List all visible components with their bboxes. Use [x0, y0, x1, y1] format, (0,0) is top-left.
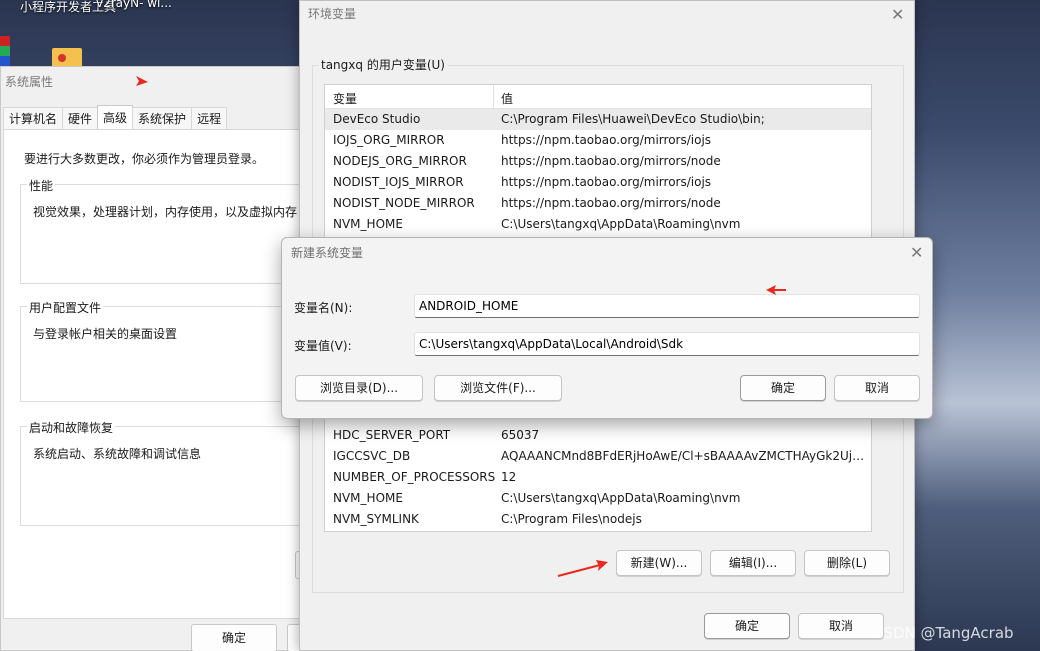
var-value: https://npm.taobao.org/mirrors/iojs [501, 175, 712, 189]
list-item[interactable]: IGCCSVC_DB AQAAANCMnd8BFdERjHoAwE/Cl+sBAA… [325, 446, 871, 467]
list-item[interactable]: NVM_HOME C:\Users\tangxq\AppData\Roaming\… [325, 214, 871, 235]
edit-button[interactable]: 编辑(I)... [710, 550, 796, 576]
var-name: HDC_SERVER_PORT [333, 428, 451, 442]
var-value: 12 [501, 470, 517, 484]
system-properties-window: 系统属性 计算机名 硬件 高级 系统保护 远程 要进行大多数更改，你必须作为管理… [0, 66, 320, 651]
var-name: NVM_HOME [333, 491, 403, 505]
annotation-arrow [136, 76, 148, 86]
list-item[interactable]: NODIST_IOJS_MIRROR https://npm.taobao.org… [325, 172, 871, 193]
group-desc: 系统启动、系统故障和调试信息 [33, 447, 202, 461]
tab-advanced[interactable]: 高级 [97, 105, 134, 129]
window-title: 环境变量 [308, 7, 357, 21]
close-icon[interactable]: ✕ [891, 5, 904, 24]
dialog-title: 新建系统变量 [291, 246, 364, 260]
variable-value-label: 变量值(V): [294, 339, 352, 353]
cancel-button[interactable]: 取消 [798, 613, 884, 639]
user-profiles-group: 用户配置文件 与登录帐户相关的桌面设置 [20, 299, 310, 402]
var-name: IGCCSVC_DB [333, 449, 411, 463]
var-name: IOJS_ORG_MIRROR [333, 133, 445, 147]
new-system-variable-dialog: 新建系统变量 ✕ 变量名(N): 变量值(V): 浏览目录(D)... 浏览文件… [281, 237, 933, 419]
close-icon[interactable]: ✕ [910, 243, 923, 262]
ok-button[interactable]: 确定 [704, 613, 790, 639]
performance-group: 性能 视觉效果，处理器计划，内存使用，以及虚拟内存 [20, 177, 310, 284]
desktop-icon-label-2[interactable]: v2rayN- wi... [96, 0, 172, 10]
list-item[interactable]: IOJS_ORG_MIRROR https://npm.taobao.org/mi… [325, 130, 871, 151]
var-value: C:\Users\tangxq\AppData\Roaming\nvm [501, 217, 741, 231]
window-title: 系统属性 [5, 75, 54, 89]
folder-icon[interactable] [52, 48, 82, 68]
browse-directory-button[interactable]: 浏览目录(D)... [295, 375, 423, 401]
new-button[interactable]: 新建(W)... [616, 550, 702, 576]
list-item[interactable]: NVM_HOME C:\Users\tangxq\AppData\Roaming\… [325, 488, 871, 509]
startup-recovery-group: 启动和故障恢复 系统启动、系统故障和调试信息 [20, 419, 310, 526]
cancel-button[interactable]: 取消 [834, 375, 920, 401]
group-title: 性能 [27, 177, 56, 194]
column-header-name[interactable]: 变量 [333, 90, 357, 107]
var-value: C:\Users\tangxq\AppData\Roaming\nvm [501, 491, 741, 505]
var-name: NODEJS_ORG_MIRROR [333, 154, 467, 168]
list-item[interactable]: NVM_SYMLINK C:\Program Files\nodejs [325, 509, 871, 530]
variable-name-input[interactable] [414, 294, 920, 318]
list-item[interactable]: DevEco Studio C:\Program Files\Huawei\Dev… [325, 109, 871, 130]
var-value: AQAAANCMnd8BFdERjHoAwE/Cl+sBAAAAvZMCTHAy… [501, 449, 867, 463]
variable-value-input[interactable] [414, 332, 920, 356]
var-name: DevEco Studio [333, 112, 421, 126]
column-header-value[interactable]: 值 [501, 90, 513, 107]
list-item[interactable]: NODEJS_ORG_MIRROR https://npm.taobao.org/… [325, 151, 871, 172]
variable-name-label: 变量名(N): [294, 301, 353, 315]
var-value: C:\Program Files\Huawei\DevEco Studio\bi… [501, 112, 765, 126]
ok-button[interactable]: 确定 [191, 624, 277, 651]
tab-remote[interactable]: 远程 [191, 107, 228, 129]
var-name: NODIST_IOJS_MIRROR [333, 175, 464, 189]
var-value: https://npm.taobao.org/mirrors/node [501, 196, 721, 210]
var-name: NVM_HOME [333, 217, 403, 231]
group-title: 用户配置文件 [27, 299, 104, 316]
tab-system-protection[interactable]: 系统保护 [132, 107, 193, 129]
group-desc: 与登录帐户相关的桌面设置 [33, 327, 178, 341]
list-item[interactable]: NODIST_NODE_MIRROR https://npm.taobao.org… [325, 193, 871, 214]
watermark: CSDN @TangAcrab [873, 624, 1014, 642]
tab-computer-name[interactable]: 计算机名 [3, 107, 64, 129]
tab-panel: 要进行大多数更改，你必须作为管理员登录。 性能 视觉效果，处理器计划，内存使用，… [3, 129, 319, 619]
tab-strip: 计算机名 硬件 高级 系统保护 远程 [3, 105, 228, 129]
annotation-arrow [766, 285, 786, 295]
tab-hardware[interactable]: 硬件 [62, 107, 99, 129]
list-item[interactable]: HDC_SERVER_PORT 65037 [325, 425, 871, 446]
browse-file-button[interactable]: 浏览文件(F)... [434, 375, 562, 401]
ok-button[interactable]: 确定 [740, 375, 826, 401]
var-value: https://npm.taobao.org/mirrors/node [501, 154, 721, 168]
annotation-arrow [557, 560, 608, 577]
var-value: https://npm.taobao.org/mirrors/iojs [501, 133, 712, 147]
list-header: 变量 值 [325, 85, 871, 109]
var-name: NUMBER_OF_PROCESSORS [333, 470, 496, 484]
var-name: NODIST_NODE_MIRROR [333, 196, 475, 210]
admin-note: 要进行大多数更改，你必须作为管理员登录。 [24, 152, 265, 166]
column-divider[interactable] [493, 85, 494, 109]
var-value: C:\Program Files\nodejs [501, 512, 642, 526]
delete-button[interactable]: 删除(L) [804, 550, 890, 576]
var-value: 65037 [501, 428, 540, 442]
group-title: 启动和故障恢复 [27, 419, 116, 436]
winrar-icon [0, 36, 10, 66]
group-title: tangxq 的用户变量(U) [318, 56, 448, 73]
var-name: NVM_SYMLINK [333, 512, 419, 526]
list-item[interactable]: NUMBER_OF_PROCESSORS 12 [325, 467, 871, 488]
group-desc: 视觉效果，处理器计划，内存使用，以及虚拟内存 [33, 205, 298, 219]
